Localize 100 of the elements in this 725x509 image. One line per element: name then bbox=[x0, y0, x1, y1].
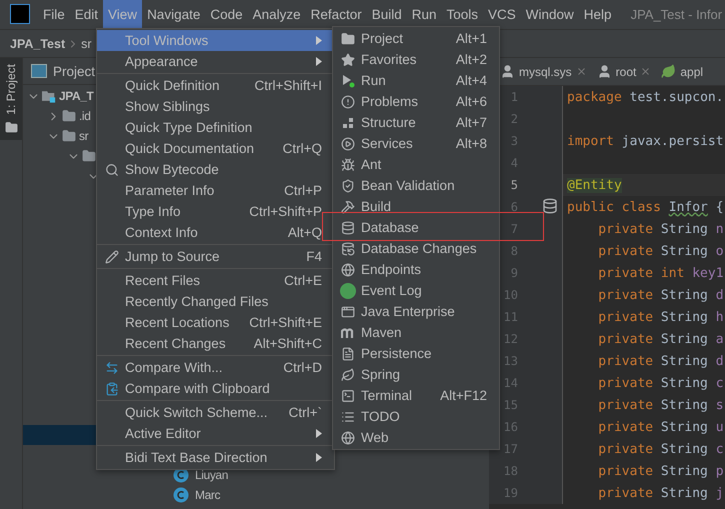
globe-icon bbox=[341, 430, 355, 444]
window-title: JPA_Test - Infor bbox=[630, 6, 722, 24]
tree-item[interactable]: JPA_T bbox=[59, 89, 94, 103]
code-line: private String d bbox=[597, 288, 724, 302]
code-line: private String p bbox=[597, 464, 724, 478]
menu-item[interactable]: Appearance bbox=[97, 51, 334, 72]
menu-item[interactable]: File bbox=[38, 0, 70, 29]
database-icon bbox=[341, 242, 355, 256]
menu-item[interactable]: Structure Alt+7 bbox=[333, 112, 499, 133]
breadcrumb[interactable]: sr bbox=[81, 36, 92, 50]
code-line: private String c bbox=[597, 442, 724, 456]
menu-item[interactable]: Bidi Text Base Direction bbox=[97, 447, 334, 468]
window-icon bbox=[341, 304, 355, 318]
menu-item[interactable]: Navigate bbox=[142, 0, 206, 29]
editor-tab[interactable]: root bbox=[596, 64, 652, 79]
menu-item[interactable]: Compare with Clipboard bbox=[97, 378, 334, 399]
play-circle-icon bbox=[341, 136, 355, 150]
leaf-icon bbox=[341, 368, 355, 382]
database-icon[interactable] bbox=[542, 198, 558, 214]
menu-item[interactable]: Code bbox=[205, 0, 248, 29]
code-line: package test.supcon. bbox=[566, 90, 724, 104]
menu-item[interactable]: Show Siblings bbox=[97, 96, 334, 117]
hammer-icon bbox=[341, 200, 355, 214]
menu-item[interactable]: Recent Changes Alt+Shift+C bbox=[97, 333, 334, 354]
editor-tab[interactable]: appl bbox=[660, 64, 704, 79]
folder-icon bbox=[4, 120, 18, 134]
code-line: private String h bbox=[597, 310, 724, 324]
menu-item[interactable]: Database Changes bbox=[333, 238, 499, 259]
star-icon bbox=[341, 52, 355, 66]
menu-item[interactable]: Recently Changed Files bbox=[97, 291, 334, 312]
menu-item[interactable]: Services Alt+8 bbox=[333, 133, 499, 154]
menu-item[interactable]: Refactor bbox=[306, 0, 367, 29]
menu-item[interactable]: Run bbox=[406, 0, 442, 29]
menu-item[interactable]: Run Alt+4 bbox=[333, 70, 499, 91]
tree-item[interactable]: Marc bbox=[23, 485, 489, 505]
shortcut-text: Alt+1 bbox=[456, 31, 487, 46]
shortcut-text: Ctrl+Shift+P bbox=[249, 204, 322, 219]
breadcrumb[interactable]: JPA_Test bbox=[10, 36, 66, 50]
shortcut-text: Ctrl+` bbox=[288, 405, 322, 420]
menu-item[interactable]: Parameter Info Ctrl+P bbox=[97, 180, 334, 201]
folder-icon bbox=[62, 109, 76, 123]
menu-item[interactable]: Quick Switch Scheme... Ctrl+` bbox=[97, 402, 334, 423]
menu-item[interactable]: Favorites Alt+2 bbox=[333, 49, 499, 70]
user-icon bbox=[500, 64, 515, 79]
list-icon bbox=[341, 410, 355, 424]
menu-item[interactable]: Build bbox=[366, 0, 407, 29]
project-tool-tab[interactable]: 1: Project bbox=[0, 58, 22, 140]
menu-item[interactable]: Jump to Source F4 bbox=[97, 246, 334, 267]
folder-icon bbox=[62, 129, 76, 143]
globe-icon bbox=[341, 262, 355, 276]
menu-item[interactable]: VCS bbox=[483, 0, 521, 29]
menu-item[interactable]: Quick Type Definition bbox=[97, 117, 334, 138]
shortcut-text: Alt+F12 bbox=[440, 388, 487, 403]
menu-item[interactable]: Problems Alt+6 bbox=[333, 91, 499, 112]
menu-item[interactable]: Help bbox=[578, 0, 617, 29]
close-icon[interactable] bbox=[576, 66, 587, 77]
menu-item[interactable]: Recent Locations Ctrl+Shift+E bbox=[97, 312, 334, 333]
menu-item[interactable]: TODO bbox=[333, 406, 499, 427]
menu-item[interactable]: Edit bbox=[70, 0, 104, 29]
search-icon bbox=[105, 162, 119, 176]
menu-item[interactable]: Recent Files Ctrl+E bbox=[97, 270, 334, 291]
shortcut-text: Alt+Q bbox=[288, 225, 322, 240]
user-icon bbox=[596, 64, 612, 79]
leaf-icon bbox=[661, 64, 676, 79]
menu-item[interactable]: Java Enterprise bbox=[333, 301, 499, 322]
class-icon bbox=[173, 487, 189, 503]
menu-item[interactable]: Quick Documentation Ctrl+Q bbox=[97, 138, 334, 159]
menu-item[interactable]: Database bbox=[333, 217, 499, 238]
shortcut-text: Alt+6 bbox=[456, 94, 487, 109]
panel-title: Project bbox=[53, 64, 96, 78]
tree-item[interactable]: .id bbox=[79, 109, 90, 123]
menu-item[interactable]: Event Log bbox=[333, 280, 499, 301]
shortcut-text: Ctrl+Q bbox=[282, 141, 322, 156]
menu-item[interactable]: Tools bbox=[442, 0, 484, 29]
menu-item[interactable]: Show Bytecode bbox=[97, 159, 334, 180]
menu-item[interactable]: Active Editor bbox=[97, 423, 334, 444]
menu-item[interactable]: Context Info Alt+Q bbox=[97, 222, 334, 243]
menu-item[interactable]: Spring bbox=[333, 364, 499, 385]
menu-item[interactable]: Maven bbox=[333, 322, 499, 343]
menu-item[interactable]: Quick Definition Ctrl+Shift+I bbox=[97, 75, 334, 96]
code-line: import javax.persist bbox=[566, 134, 724, 148]
menu-item[interactable]: Terminal Alt+F12 bbox=[333, 385, 499, 406]
menu-item[interactable]: Ant bbox=[333, 154, 499, 175]
clipboard-icon bbox=[105, 382, 119, 396]
code-line: private String s bbox=[597, 398, 724, 412]
menu-item[interactable]: Project Alt+1 bbox=[333, 28, 499, 49]
menu-item[interactable]: Type Info Ctrl+Shift+P bbox=[97, 201, 334, 222]
menu-item[interactable]: Window bbox=[520, 0, 579, 29]
menu-item[interactable]: Web bbox=[333, 427, 499, 448]
menu-item[interactable]: Endpoints bbox=[333, 259, 499, 280]
menu-item[interactable]: Persistence bbox=[333, 343, 499, 364]
close-icon[interactable] bbox=[640, 66, 652, 77]
menu-item[interactable]: Bean Validation bbox=[333, 175, 499, 196]
editor-tab[interactable]: mysql.sys bbox=[499, 64, 588, 79]
code-line: private String u bbox=[597, 420, 724, 434]
tree-item[interactable]: sr bbox=[79, 129, 88, 143]
shield-check-icon bbox=[341, 178, 355, 192]
menu-item[interactable]: Analyze bbox=[248, 0, 306, 29]
code-line: public class Infor { bbox=[566, 200, 724, 214]
menu-item[interactable]: Compare With... Ctrl+D bbox=[97, 357, 334, 378]
